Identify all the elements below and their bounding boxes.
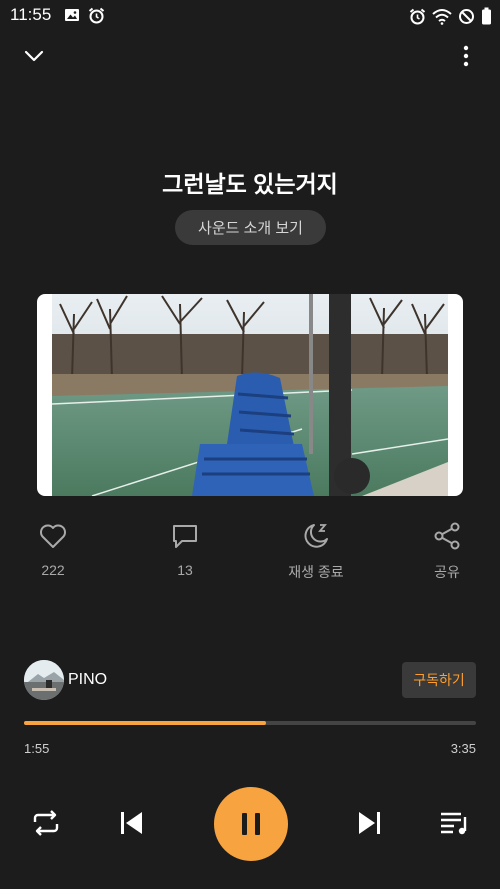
pause-icon — [242, 813, 260, 835]
sleep-timer-action[interactable]: 재생 종료 — [276, 520, 356, 582]
sound-intro-button[interactable]: 사운드 소개 보기 — [175, 210, 326, 245]
alarm-icon — [88, 7, 105, 24]
skip-previous-icon — [121, 812, 142, 834]
playlist-icon — [441, 812, 467, 835]
album-artwork[interactable] — [37, 294, 463, 496]
previous-button[interactable] — [113, 805, 149, 841]
do-not-disturb-icon — [459, 8, 474, 24]
comment-count: 13 — [177, 562, 193, 578]
next-button[interactable] — [352, 805, 388, 841]
share-label: 공유 — [434, 564, 460, 580]
progress-bar[interactable] — [24, 721, 476, 725]
heart-icon — [37, 520, 69, 552]
avatar[interactable] — [24, 660, 64, 700]
status-right-icons — [409, 7, 492, 25]
collapse-button[interactable] — [22, 44, 46, 68]
total-time: 3:35 — [450, 741, 476, 756]
status-left-icons — [64, 7, 105, 24]
pause-button[interactable] — [214, 787, 288, 861]
current-time: 1:55 — [24, 741, 50, 756]
alarm-icon — [409, 8, 426, 24]
sleep-timer-label: 재생 종료 — [288, 564, 344, 580]
repeat-icon — [33, 810, 59, 836]
wifi-icon — [432, 8, 452, 25]
battery-icon — [482, 7, 491, 25]
sleep-timer-icon — [300, 520, 332, 552]
chevron-down-icon — [24, 50, 44, 62]
like-action[interactable]: 222 — [13, 520, 93, 578]
song-title: 그런날도 있는거지 — [162, 171, 338, 197]
progress-fill — [24, 721, 266, 725]
share-icon — [431, 520, 463, 552]
repeat-button[interactable] — [28, 805, 64, 841]
comment-action[interactable]: 13 — [145, 520, 225, 578]
skip-next-icon — [359, 812, 380, 834]
artwork-photo — [52, 294, 448, 496]
image-icon — [65, 9, 79, 21]
channel-name[interactable]: PINO — [68, 671, 107, 689]
like-count: 222 — [41, 562, 65, 578]
more-options-button[interactable] — [454, 44, 478, 68]
status-time: 11:55 — [10, 5, 52, 24]
more-vertical-icon — [463, 45, 469, 67]
share-action[interactable]: 공유 — [407, 520, 487, 582]
comment-icon — [169, 520, 201, 552]
playlist-button[interactable] — [436, 805, 472, 841]
subscribe-button[interactable]: 구독하기 — [402, 662, 476, 698]
